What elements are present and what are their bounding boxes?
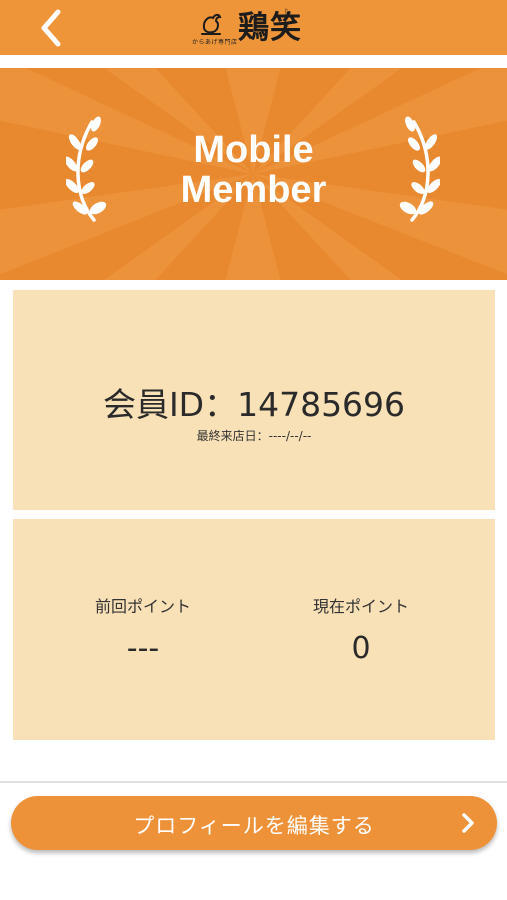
brand-logo: からあげ専門店 鶏笑 とりしょう — [190, 6, 320, 50]
logo-name: 鶏笑 — [238, 10, 302, 46]
points-card: 前回ポイント --- 現在ポイント 0 — [13, 519, 495, 740]
logo-tagline: からあげ専門店 — [192, 39, 238, 46]
banner-title-line1: Mobile — [193, 129, 314, 171]
edit-profile-button[interactable]: プロフィールを編集する — [11, 796, 497, 850]
previous-points-value: --- — [126, 631, 160, 666]
current-points-value: 0 — [351, 631, 371, 666]
chevron-right-icon — [462, 813, 474, 833]
divider — [0, 781, 507, 783]
app-header: からあげ専門店 鶏笑 とりしょう — [0, 0, 507, 55]
banner-title-line2: Member — [180, 169, 327, 211]
back-button[interactable] — [30, 6, 74, 50]
logo-ruby: とりしょう — [283, 8, 289, 33]
previous-points-label: 前回ポイント — [94, 597, 191, 616]
last-visit-date: 最終来店日：----/--/-- — [196, 429, 312, 443]
member-id-card: 会員ID：14785696 最終来店日：----/--/-- — [13, 290, 495, 510]
member-id: 会員ID：14785696 — [102, 385, 406, 424]
chevron-left-icon — [41, 9, 61, 47]
banner-title: Mobile Member — [100, 130, 407, 210]
current-points-label: 現在ポイント — [312, 597, 409, 616]
chicken-mascot-icon — [201, 13, 222, 35]
mobile-member-banner: Mobile Member — [0, 68, 507, 280]
edit-profile-label: プロフィールを編集する — [133, 814, 375, 838]
